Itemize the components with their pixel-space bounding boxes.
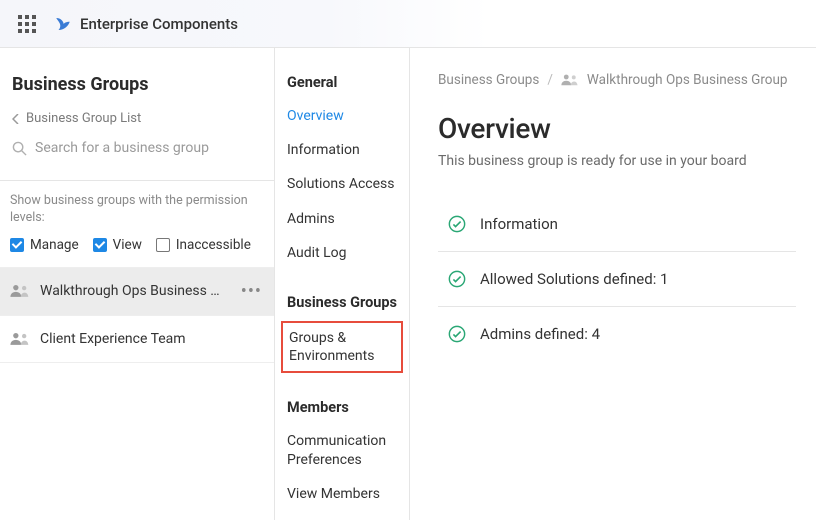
summary-row-label: Information — [480, 215, 558, 233]
check-circle-icon — [448, 270, 466, 288]
breadcrumb-current: Walkthrough Ops Business Group — [587, 72, 788, 88]
sidebar-title: Business Groups — [12, 74, 264, 95]
nav-overview[interactable]: Overview — [275, 99, 409, 133]
nav-section-heading: Members — [275, 393, 409, 424]
checkbox-icon — [156, 238, 170, 252]
checkbox-icon — [93, 238, 107, 252]
nav-section-heading: General — [275, 68, 409, 99]
summary-row-label: Allowed Solutions defined: 1 — [480, 270, 668, 288]
filter-view-checkbox[interactable]: View — [93, 237, 142, 253]
back-to-list-link[interactable]: Business Group List — [12, 111, 264, 126]
apps-menu-icon[interactable] — [18, 15, 36, 33]
filter-manage-checkbox[interactable]: Manage — [10, 237, 79, 253]
main-content: Business Groups / Walkthrough Ops Busine… — [410, 48, 816, 520]
chevron-left-icon — [12, 114, 20, 124]
summary-row-information[interactable]: Information — [438, 197, 796, 252]
people-icon — [10, 331, 30, 347]
search-icon — [12, 141, 27, 156]
app-header: Enterprise Components — [0, 0, 816, 48]
page-subtext: This business group is ready for use in … — [438, 153, 796, 169]
breadcrumb-root[interactable]: Business Groups — [438, 72, 539, 88]
nav-comm-prefs[interactable]: Communication Preferences — [275, 424, 409, 476]
business-group-item[interactable]: Walkthrough Ops Business … ••• — [0, 267, 274, 315]
nav-audit-log[interactable]: Audit Log — [275, 236, 409, 270]
brand-bird-icon — [54, 15, 72, 33]
summary-row-solutions[interactable]: Allowed Solutions defined: 1 — [438, 252, 796, 307]
nav-view-members[interactable]: View Members — [275, 477, 409, 511]
back-link-label: Business Group List — [26, 111, 141, 126]
business-group-item[interactable]: Client Experience Team — [0, 315, 274, 363]
business-groups-sidebar: Business Groups Business Group List Sear… — [0, 48, 275, 520]
people-icon — [10, 283, 30, 299]
filter-description: Show business groups with the permission… — [10, 193, 264, 227]
detail-nav: General Overview Information Solutions A… — [275, 48, 410, 520]
more-actions-icon[interactable]: ••• — [239, 281, 264, 302]
people-icon — [561, 73, 579, 87]
business-group-list: Walkthrough Ops Business … ••• Client Ex… — [0, 267, 274, 363]
nav-admins[interactable]: Admins — [275, 202, 409, 236]
summary-row-admins[interactable]: Admins defined: 4 — [438, 307, 796, 361]
brand-title: Enterprise Components — [80, 15, 238, 33]
search-placeholder: Search for a business group — [35, 140, 209, 156]
group-label: Client Experience Team — [40, 331, 264, 347]
filter-inaccessible-checkbox[interactable]: Inaccessible — [156, 237, 251, 253]
group-label: Walkthrough Ops Business … — [40, 283, 239, 299]
search-input[interactable]: Search for a business group — [12, 140, 264, 156]
nav-information[interactable]: Information — [275, 133, 409, 167]
page-title: Overview — [438, 112, 796, 145]
filter-label: Inaccessible — [176, 237, 251, 253]
filter-label: View — [113, 237, 142, 253]
nav-solutions-access[interactable]: Solutions Access — [275, 167, 409, 201]
checkbox-icon — [10, 238, 24, 252]
check-circle-icon — [448, 325, 466, 343]
check-circle-icon — [448, 215, 466, 233]
breadcrumb-separator: / — [547, 72, 553, 88]
filter-label: Manage — [30, 237, 79, 253]
nav-section-heading: Business Groups — [275, 288, 409, 319]
breadcrumb: Business Groups / Walkthrough Ops Busine… — [438, 72, 796, 88]
nav-groups-environments[interactable]: Groups & Environments — [281, 321, 403, 373]
summary-row-label: Admins defined: 4 — [480, 325, 600, 343]
